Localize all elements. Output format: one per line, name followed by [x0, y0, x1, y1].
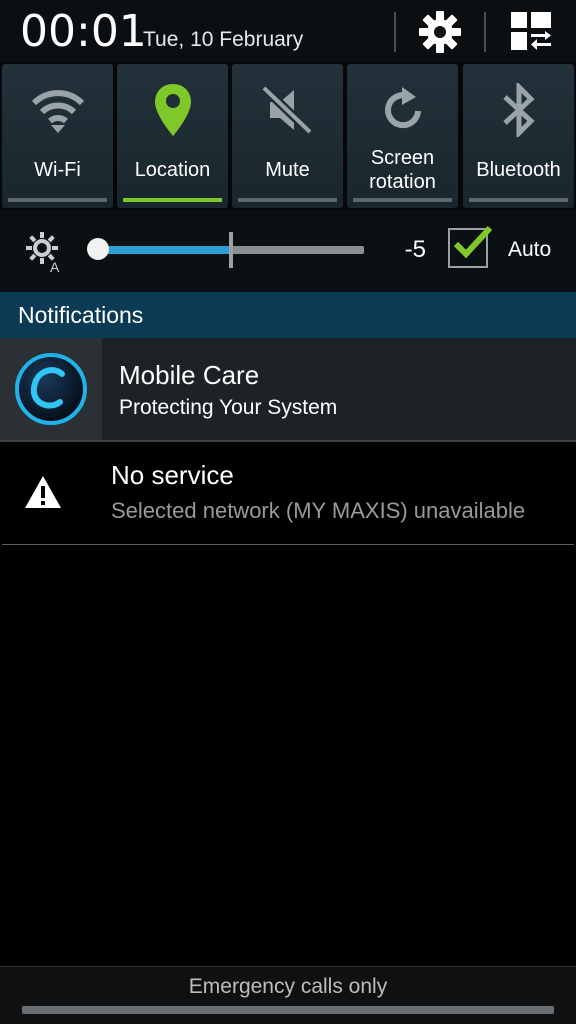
clock: 00:01 — [20, 6, 147, 57]
toggle-bluetooth[interactable]: Bluetooth — [463, 64, 574, 208]
notification-subtitle: Protecting Your System — [119, 396, 338, 419]
panel-drag-handle[interactable] — [22, 1006, 554, 1014]
quick-toggles: Wi-Fi Location Mute Screen rotation Blue… — [0, 62, 576, 210]
rotation-icon — [384, 87, 421, 129]
auto-brightness-button[interactable]: A — [24, 232, 64, 277]
toggle-label: Screen — [370, 147, 435, 169]
toggle-wifi[interactable]: Wi-Fi — [2, 64, 113, 208]
carrier-status-text: Emergency calls only — [188, 975, 388, 998]
toggle-label: Bluetooth — [476, 159, 561, 181]
gear-icon — [419, 11, 461, 53]
app-icon-container — [0, 338, 102, 440]
auto-brightness-icon: A — [26, 232, 60, 275]
notification-no-service[interactable]: No service Selected network (MY MAXIS) u… — [0, 442, 576, 544]
header-divider — [484, 12, 486, 52]
toggle-screen-rotation[interactable]: Screen rotation — [347, 64, 458, 208]
toggle-indicator — [8, 198, 107, 202]
toggle-indicator — [469, 198, 568, 202]
carrier-status-bar: Emergency calls only — [0, 967, 576, 1024]
mute-icon — [260, 84, 313, 136]
quick-settings-grid-button[interactable] — [504, 8, 560, 56]
brightness-slider-thumb[interactable] — [87, 238, 109, 260]
toggle-indicator — [353, 198, 452, 202]
toggle-label: Location — [134, 159, 211, 181]
location-pin-icon — [154, 84, 191, 136]
toggle-label: Mute — [265, 159, 310, 181]
grid-switch-icon — [511, 12, 551, 50]
status-header: 00:01 Tue, 10 February — [0, 0, 576, 62]
notifications-header: Notifications — [0, 292, 576, 338]
notification-title: No service — [111, 460, 234, 490]
notification-title: Mobile Care — [119, 360, 260, 390]
toggle-indicator — [238, 198, 337, 202]
divider — [2, 544, 574, 545]
toggle-label: Wi-Fi — [34, 159, 81, 181]
auto-brightness-label: Auto — [508, 238, 552, 261]
settings-button[interactable] — [412, 8, 468, 56]
bluetooth-icon — [502, 83, 535, 137]
header-divider — [394, 12, 396, 52]
toggle-location[interactable]: Location — [117, 64, 228, 208]
date: Tue, 10 February — [143, 28, 304, 51]
toggle-mute[interactable]: Mute — [232, 64, 343, 208]
notification-panel: 00:01 Tue, 10 February Wi-Fi Location Mu… — [0, 0, 576, 1024]
notifications-title: Notifications — [18, 302, 144, 328]
notification-mobile-care[interactable]: Mobile Care Protecting Your System — [0, 338, 576, 440]
wifi-icon — [31, 90, 84, 133]
brightness-slider-fill — [96, 246, 230, 254]
mobile-care-app-icon — [15, 353, 87, 425]
toggle-label: rotation — [369, 171, 436, 193]
svg-text:A: A — [50, 259, 60, 272]
brightness-slider-center-mark — [229, 232, 233, 268]
notification-subtitle: Selected network (MY MAXIS) unavailable — [111, 498, 526, 523]
warning-icon — [24, 475, 62, 514]
brightness-value: -5 — [404, 236, 426, 263]
toggle-indicator — [123, 198, 222, 202]
checkmark-icon — [448, 222, 494, 271]
